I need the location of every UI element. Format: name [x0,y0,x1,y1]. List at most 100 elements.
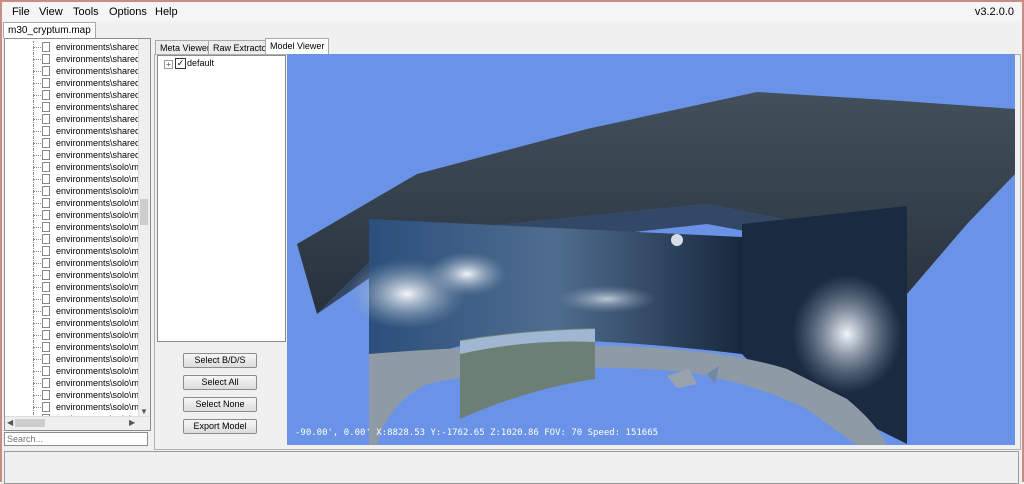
tag-file-icon [42,306,50,316]
tree-hscroll-thumb[interactable] [15,419,45,427]
tree-connector [33,83,41,84]
tag-file-icon [42,294,50,304]
tag-file-icon [42,198,50,208]
sky-panel-left [369,219,742,439]
tree-item[interactable]: environments\solo\m30 [5,281,139,293]
select-none-button[interactable]: Select None [183,397,257,412]
tree-connector [33,47,41,48]
tree-item[interactable]: environments\solo\m30 [5,209,139,221]
tag-file-icon [42,390,50,400]
tree-item[interactable]: environments\solo\m30 [5,401,139,413]
tree-connector [33,59,41,60]
tree-item[interactable]: environments\shared\sl [5,137,139,149]
tree-item[interactable]: environments\shared\sl [5,149,139,161]
expand-icon[interactable]: + [164,60,173,69]
tree-item[interactable]: environments\solo\m30 [5,341,139,353]
select-all-button[interactable]: Select All [183,375,257,390]
tree-item-label: environments\solo\m30 [56,282,139,292]
tree-item[interactable]: environments\solo\m30 [5,293,139,305]
version-label: v3.2.0.0 [974,6,1014,18]
tree-item-label: environments\solo\m30 [56,378,139,388]
tree-item-label: environments\solo\m30 [56,306,139,316]
part-checkbox[interactable]: ✓ [175,58,186,69]
menu-options[interactable]: Options [109,6,147,18]
tree-item[interactable]: environments\solo\m30 [5,221,139,233]
tree-search-input[interactable] [4,432,148,446]
tree-item[interactable]: environments\shared\sl [5,113,139,125]
tree-item[interactable]: environments\solo\m30 [5,305,139,317]
tag-file-icon [42,318,50,328]
tree-connector [33,227,41,228]
tree-item-label: environments\shared\sl [56,66,139,76]
tree-item[interactable]: environments\shared\sl [5,53,139,65]
tree-item[interactable]: environments\solo\m30 [5,269,139,281]
tree-item-label: environments\shared\sl [56,138,139,148]
tree-item[interactable]: environments\shared\sl [5,101,139,113]
tag-tree: environments\shared\d environments\shared… [4,38,151,431]
tree-connector [33,71,41,72]
tree-item[interactable]: environments\solo\m30 [5,365,139,377]
tree-connector [33,323,41,324]
tree-horizontal-scrollbar[interactable]: ◀ ▶ [5,416,150,430]
export-model-button[interactable]: Export Model [183,419,257,434]
tab-meta-viewer[interactable]: Meta Viewer [155,40,215,55]
map-file-tab[interactable]: m30_cryptum.map [3,22,96,38]
output-panel [4,451,1019,484]
tree-item[interactable]: environments\solo\m30 [5,353,139,365]
tag-file-icon [42,246,50,256]
tree-item-label: environments\shared\sl [56,78,139,88]
tree-connector [33,263,41,264]
tree-item-label: environments\solo\m30 [56,198,139,208]
scene-render [297,92,1015,445]
part-label[interactable]: default [187,58,214,68]
tree-item[interactable]: environments\shared\sl [5,89,139,101]
menu-view[interactable]: View [39,6,63,18]
tree-item[interactable]: environments\solo\m30 [5,161,139,173]
menu-help[interactable]: Help [155,6,178,18]
tree-connector [33,251,41,252]
tree-item[interactable]: environments\solo\m30 [5,257,139,269]
tree-item-label: environments\solo\m30 [56,162,139,172]
tree-item[interactable]: environments\shared\d [5,41,139,53]
tab-model-viewer[interactable]: Model Viewer [265,38,330,55]
tree-connector [33,311,41,312]
tree-item[interactable]: environments\solo\m30 [5,329,139,341]
tree-connector [33,203,41,204]
tree-item[interactable]: environments\solo\m30 [5,185,139,197]
scroll-down-icon[interactable]: ▼ [140,407,148,416]
tag-file-icon [42,186,50,196]
tree-item[interactable]: environments\shared\sl [5,65,139,77]
tree-item-label: environments\solo\m30 [56,210,139,220]
tree-vertical-scrollbar[interactable]: ▼ [138,39,150,417]
tag-file-icon [42,234,50,244]
tag-file-icon [42,42,50,52]
tree-connector [33,95,41,96]
tag-file-icon [42,270,50,280]
tree-item[interactable]: environments\solo\m30 [5,245,139,257]
tree-connector [33,107,41,108]
tree-item-label: environments\solo\m30 [56,342,139,352]
tree-item[interactable]: environments\shared\sl [5,125,139,137]
tag-file-icon [42,330,50,340]
menu-tools[interactable]: Tools [73,6,99,18]
tree-connector [33,155,41,156]
tree-item[interactable]: environments\solo\m30 [5,317,139,329]
tree-scroll-thumb[interactable] [140,199,148,225]
tag-file-icon [42,282,50,292]
tree-item[interactable]: environments\solo\m30 [5,389,139,401]
scroll-right-icon[interactable]: ▶ [129,418,135,427]
menu-file[interactable]: File [12,6,30,18]
select-bds-button[interactable]: Select B/D/S [183,353,257,368]
tree-item[interactable]: environments\shared\sl [5,77,139,89]
tree-item-label: environments\shared\sl [56,114,139,124]
tree-item[interactable]: environments\solo\m30 [5,197,139,209]
tree-item[interactable]: environments\solo\m30 [5,173,139,185]
tree-item-label: environments\solo\m30 [56,246,139,256]
tree-item[interactable]: environments\solo\m30 [5,233,139,245]
scroll-left-icon[interactable]: ◀ [7,418,13,427]
tree-item[interactable]: environments\solo\m30 [5,377,139,389]
tag-file-icon [42,102,50,112]
tag-file-icon [42,378,50,388]
tag-file-icon [42,114,50,124]
3d-viewport[interactable]: -90.00', 0.00' X:8828.53 Y:-1762.65 Z:10… [287,54,1015,445]
